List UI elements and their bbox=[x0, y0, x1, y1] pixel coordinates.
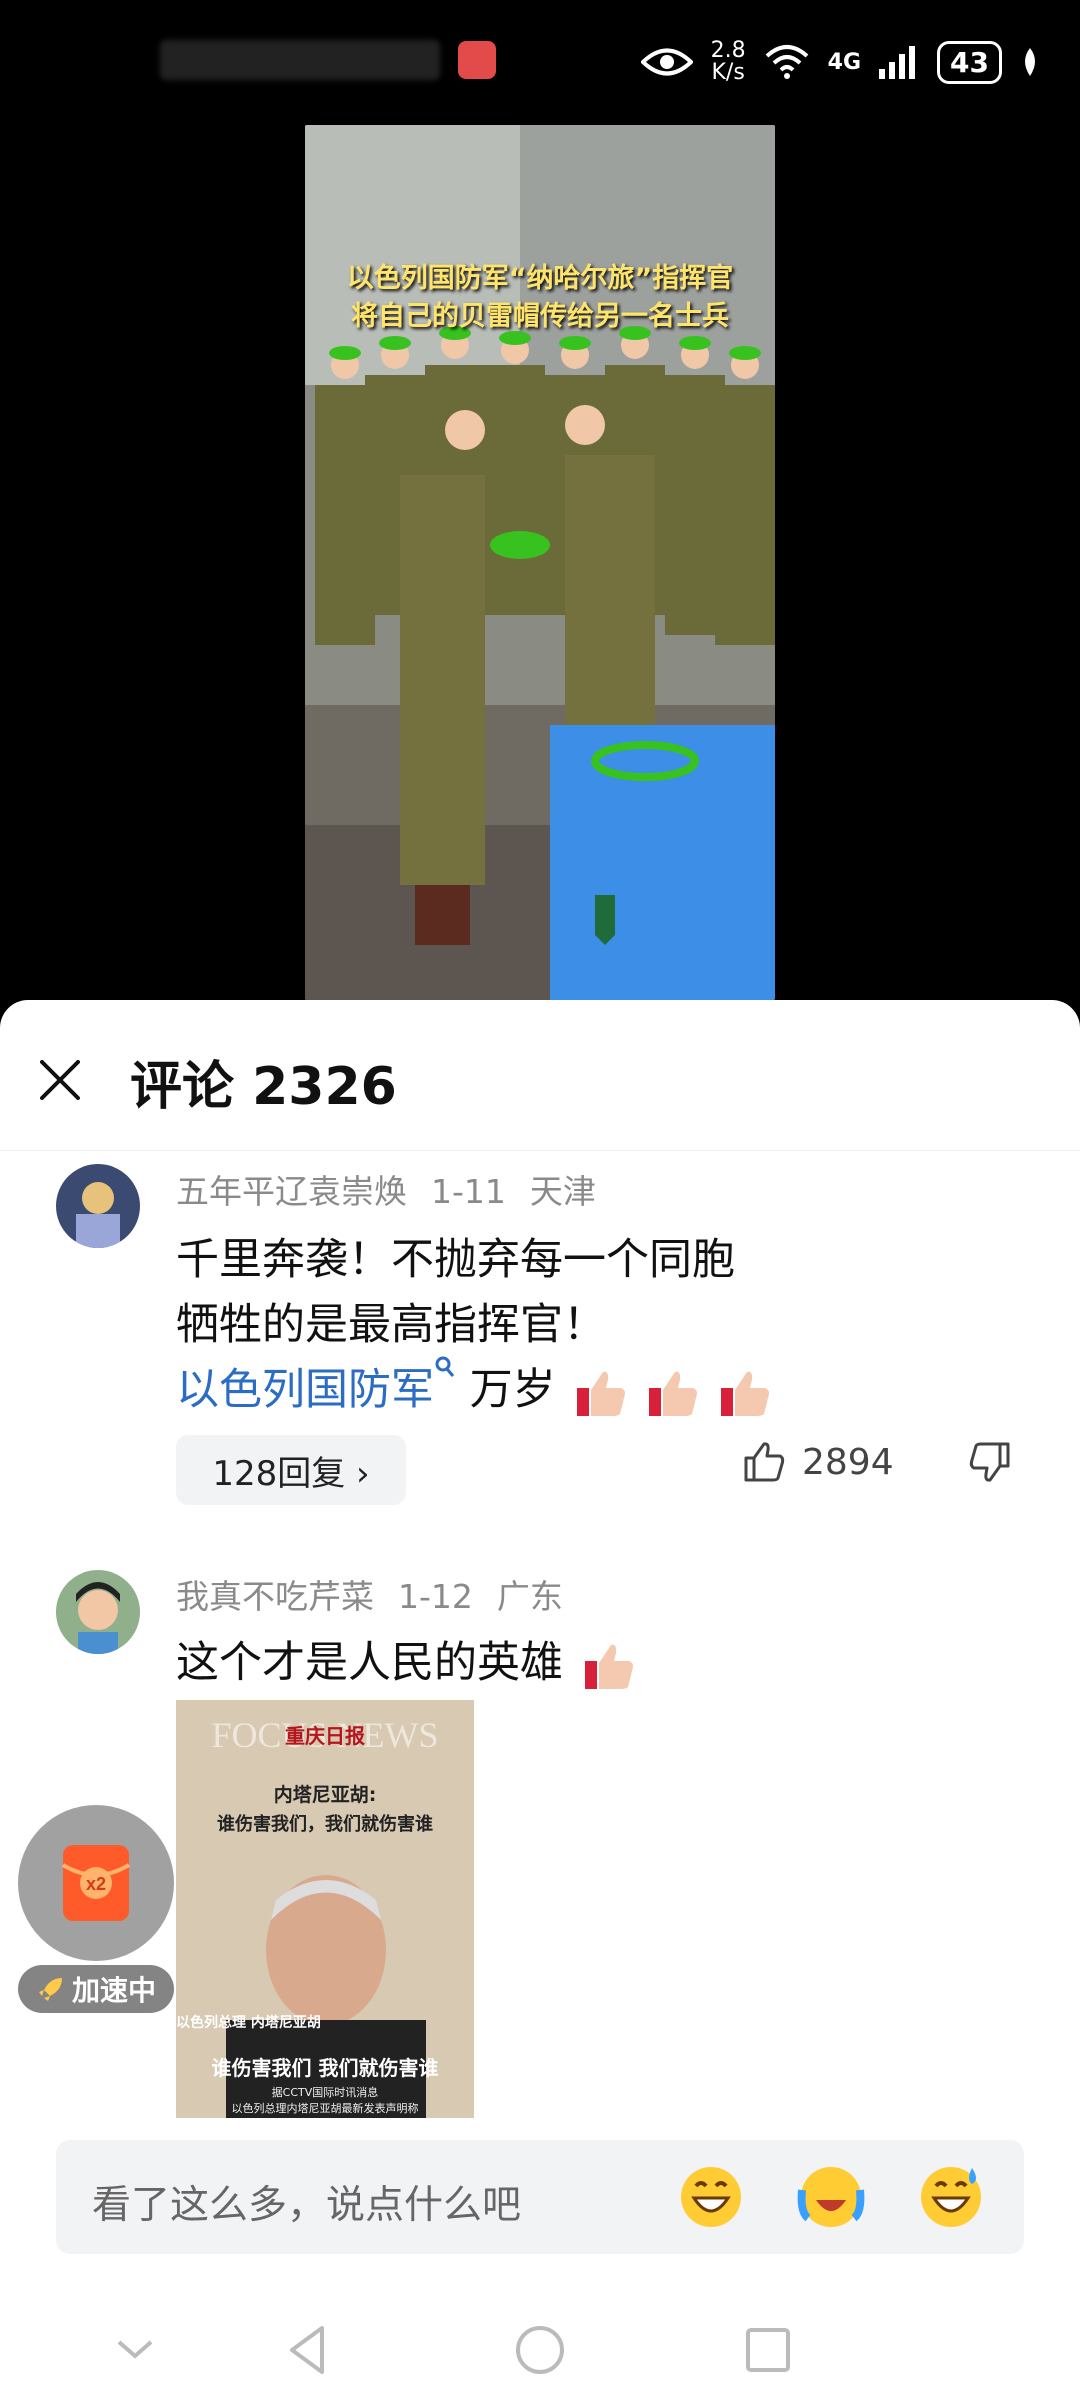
thumbs-up-emoji-icon bbox=[577, 1371, 626, 1416]
rocket-icon bbox=[38, 1978, 62, 2001]
video-frame bbox=[305, 125, 775, 1000]
video-caption-line1: 以色列国防军“纳哈尔旅”指挥官 bbox=[346, 263, 734, 294]
image-headline-name: 内塔尼亚胡: bbox=[273, 1784, 377, 1806]
image-brand: 重庆日报 bbox=[285, 1724, 365, 1748]
multiplier-label: x2 bbox=[86, 1874, 106, 1894]
like-button[interactable]: 2894 bbox=[742, 1440, 894, 1484]
boost-status[interactable]: 加速中 bbox=[18, 1965, 174, 2013]
chevron-down-icon[interactable] bbox=[105, 2320, 165, 2380]
avatar[interactable] bbox=[56, 1164, 140, 1248]
comment-date: 1-12 bbox=[398, 1577, 473, 1616]
thumbs-up-emoji-icon bbox=[649, 1371, 698, 1416]
blurred-app-title bbox=[160, 40, 440, 80]
comment-image[interactable]: FOCUS NEWS 重庆日报 内塔尼亚胡: 谁伤害我们，我们就伤害谁 以色列总… bbox=[176, 1700, 474, 2118]
comment-text-line1: 千里奔袭！不抛弃每一个同胞 bbox=[176, 1235, 735, 1285]
close-button[interactable] bbox=[30, 1050, 90, 1110]
wifi-icon bbox=[765, 45, 808, 79]
dislike-button[interactable] bbox=[968, 1440, 1012, 1488]
comment-meta: 五年平辽袁崇焕 1-11 天津 bbox=[176, 1165, 620, 1213]
status-right: 2.8 K/s 4G 43 bbox=[640, 40, 1040, 84]
battery-indicator: 43 bbox=[937, 40, 1002, 84]
leaf-icon bbox=[1025, 48, 1035, 76]
close-icon bbox=[40, 1060, 80, 1100]
search-icon bbox=[435, 1356, 455, 1377]
comment-username[interactable]: 我真不吃芹菜 bbox=[176, 1577, 374, 1616]
image-headline: 谁伤害我们，我们就伤害谁 bbox=[217, 1814, 433, 1835]
video-caption-line2: 将自己的贝雷帽传给另一名士兵 bbox=[351, 301, 729, 332]
comment-location: 广东 bbox=[496, 1577, 563, 1616]
grin-emoji-icon[interactable] bbox=[676, 2162, 746, 2232]
comments-header: 评论 2326 bbox=[0, 1000, 1080, 1151]
thumbs-down-icon bbox=[969, 1442, 1010, 1482]
comment-location: 天津 bbox=[529, 1172, 596, 1211]
eye-icon bbox=[640, 48, 693, 76]
net-speed: 2.8 K/s bbox=[711, 40, 746, 84]
avatar-image bbox=[56, 1164, 140, 1248]
comment-text: 这个才是人民的英雄 bbox=[176, 1638, 563, 1688]
comment-text-line2: 牺牲的是最高指挥官！ bbox=[176, 1300, 606, 1350]
boost-label: 加速中 bbox=[71, 1974, 156, 2007]
image-caption-small: 以色列总理 内塔尼亚胡 bbox=[176, 2015, 321, 2031]
recents-square-icon[interactable] bbox=[738, 2320, 798, 2380]
comment-meta: 我真不吃芹菜 1-12 广东 bbox=[176, 1570, 587, 1618]
avatar[interactable] bbox=[56, 1570, 140, 1654]
network-type: 4G bbox=[827, 49, 862, 75]
avatar-image bbox=[56, 1570, 140, 1654]
status-left bbox=[160, 40, 496, 80]
net-speed-unit: K/s bbox=[711, 60, 745, 85]
thumbs-up-emoji-icon bbox=[720, 1371, 769, 1416]
status-bar: 2.8 K/s 4G 43 bbox=[0, 0, 1080, 130]
comment-input[interactable]: 看了这么多，说点什么吧 bbox=[92, 2174, 521, 2230]
signal-icon bbox=[879, 46, 916, 79]
crying-laugh-emoji-icon[interactable] bbox=[796, 2162, 866, 2232]
image-caption-note1: 据CCTV国际时讯消息 bbox=[271, 2086, 379, 2099]
net-speed-value: 2.8 bbox=[710, 38, 746, 63]
comment-input-bar[interactable]: 看了这么多，说点什么吧 bbox=[56, 2140, 1024, 2254]
comment-text-suffix: 万岁 bbox=[456, 1365, 556, 1415]
video-caption: 以色列国防军“纳哈尔旅”指挥官 将自己的贝雷帽传给另一名士兵 bbox=[305, 260, 775, 336]
app-badge-icon bbox=[458, 41, 496, 79]
like-count: 2894 bbox=[802, 1441, 894, 1483]
red-packet-icon: x2 bbox=[61, 1845, 131, 1921]
thumbs-up-emoji-icon bbox=[584, 1644, 633, 1689]
comments-sheet: 评论 2326 五年平辽袁崇焕 1-11 天津 千里奔袭！不抛弃每一个同胞 牺牲的是… bbox=[0, 1000, 1080, 2400]
comments-title: 评论 2326 bbox=[130, 1057, 397, 1117]
system-nav-bar bbox=[0, 2300, 1080, 2400]
comment-username[interactable]: 五年平辽袁崇焕 bbox=[176, 1172, 407, 1211]
back-triangle-icon[interactable] bbox=[278, 2320, 338, 2380]
video-player[interactable]: 以色列国防军“纳哈尔旅”指挥官 将自己的贝雷帽传给另一名士兵 bbox=[305, 125, 775, 1000]
image-caption-big: 谁伤害我们 我们就伤害谁 bbox=[211, 2056, 439, 2080]
comment-text-line1: 这个才是人民的英雄 bbox=[176, 1628, 635, 1691]
comment-date: 1-11 bbox=[431, 1172, 506, 1211]
image-caption-note2: 以色列总理内塔尼亚胡最新发表声明称 bbox=[231, 2102, 419, 2115]
view-replies-button[interactable]: 128回复 › bbox=[176, 1435, 406, 1505]
thumbs-up-icon bbox=[744, 1442, 785, 1482]
red-packet-widget[interactable]: x2 bbox=[18, 1805, 174, 1961]
home-circle-icon[interactable] bbox=[510, 2320, 570, 2380]
sweat-smile-emoji-icon[interactable] bbox=[916, 2162, 986, 2232]
comment-text-line3: 以色列国防军 万岁 bbox=[176, 1355, 771, 1418]
topic-link[interactable]: 以色列国防军 bbox=[176, 1365, 434, 1415]
